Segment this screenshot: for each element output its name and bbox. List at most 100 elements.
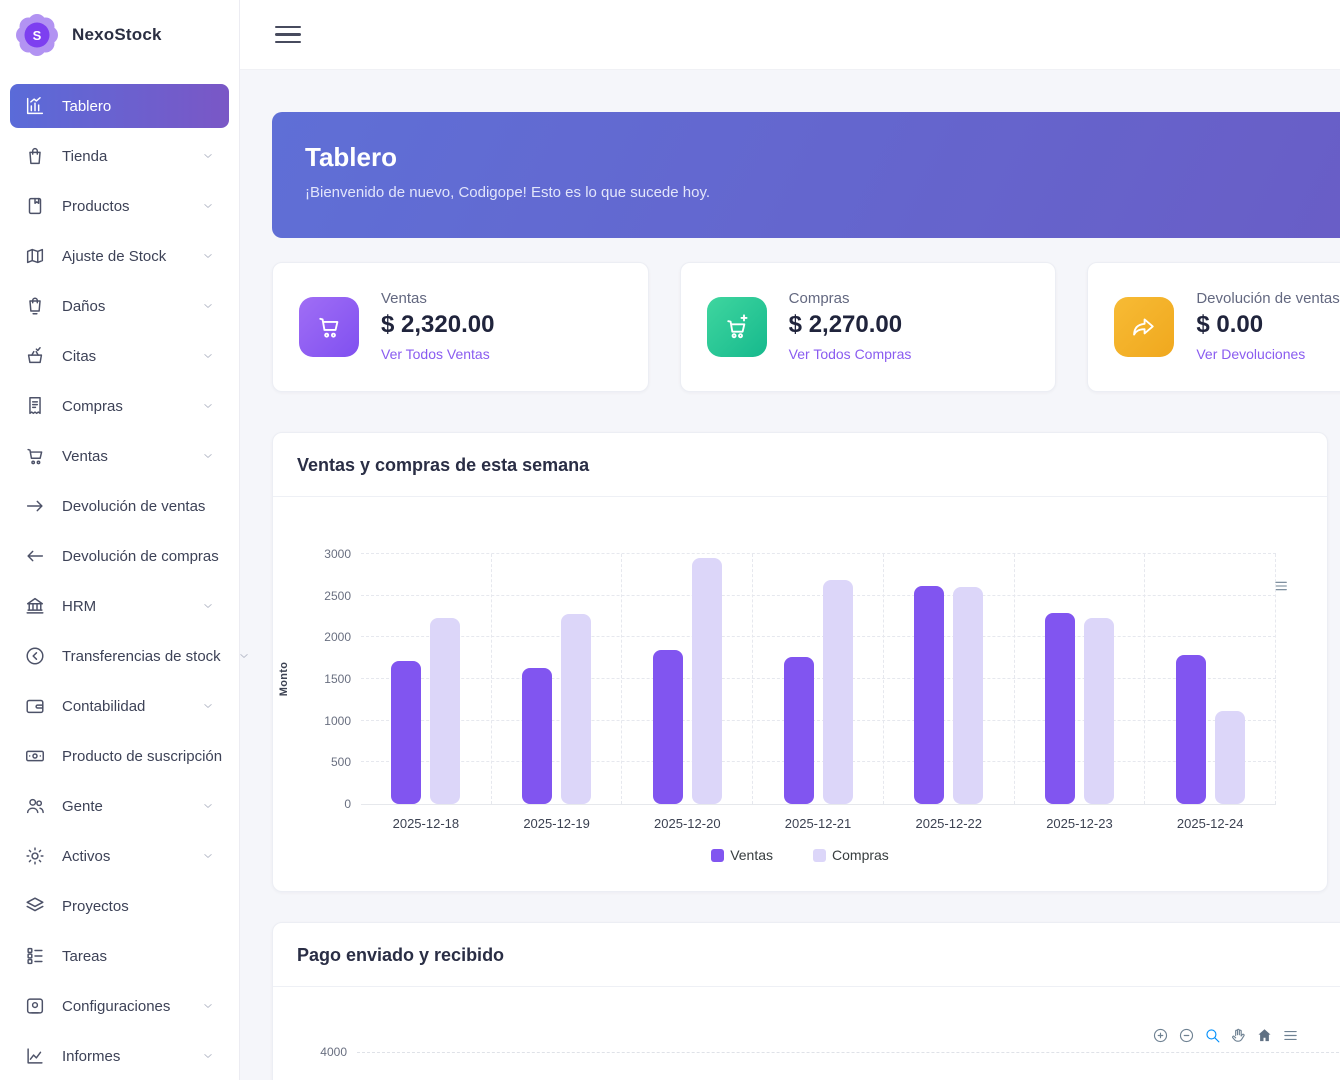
x-tick-label: 2025-12-19: [492, 816, 622, 831]
sidebar-item-contabilidad[interactable]: Contabilidad: [10, 684, 229, 728]
bar-group-2025-12-18: 2025-12-18: [361, 554, 492, 804]
money-bill-icon: [24, 745, 46, 767]
sidebar-item-danos[interactable]: Daños: [10, 284, 229, 328]
sidebar-item-proyectos[interactable]: Proyectos: [10, 884, 229, 928]
bar-group-2025-12-19: 2025-12-19: [492, 554, 623, 804]
pan-icon[interactable]: [1230, 1027, 1247, 1044]
chart-column-icon: [24, 95, 46, 117]
layers-icon: [24, 895, 46, 917]
legend-marker: [711, 849, 724, 862]
sidebar-item-configuraciones[interactable]: Configuraciones: [10, 984, 229, 1028]
y-tick-label: 0: [267, 797, 351, 811]
cart-icon: [315, 313, 343, 341]
y-tick-label: 2500: [267, 589, 351, 603]
bar-ventas: [522, 668, 552, 804]
payments-chart-card: Pago enviado y recibido 4000: [272, 922, 1340, 1080]
bar-compras: [692, 558, 722, 804]
legend-item-ventas[interactable]: Ventas: [711, 847, 773, 863]
sidebar-item-label: Transferencias de stock: [62, 648, 221, 665]
sidebar-item-label: Ajuste de Stock: [62, 248, 166, 265]
weekly-chart: Monto 0500100015002000250030002025-12-18…: [273, 554, 1327, 891]
pan-icon: [1230, 1027, 1247, 1044]
bar-ventas: [391, 661, 421, 804]
receipt-icon: [24, 395, 46, 417]
chevron-down-icon: [201, 249, 215, 263]
menu-icon[interactable]: [1282, 1027, 1299, 1044]
home-icon[interactable]: [1256, 1027, 1273, 1044]
bar-compras: [430, 618, 460, 804]
sidebar-item-label: Proyectos: [62, 898, 129, 915]
sidebar-item-activos[interactable]: Activos: [10, 834, 229, 878]
sidebar-item-productos[interactable]: Productos: [10, 184, 229, 228]
logo-letter: S: [33, 28, 42, 43]
chevron-down-icon: [201, 1049, 215, 1063]
chevron-down-icon: [201, 149, 215, 163]
sidebar-item-ajuste-de-stock[interactable]: Ajuste de Stock: [10, 234, 229, 278]
sidebar-item-ventas[interactable]: Ventas: [10, 434, 229, 478]
sidebar-item-tablero[interactable]: Tablero: [10, 84, 229, 128]
stat-card-ventas: Ventas $ 2,320.00 Ver Todos Ventas: [272, 262, 649, 392]
legend-item-compras[interactable]: Compras: [813, 847, 889, 863]
stat-label: Ventas: [381, 290, 494, 307]
share-arrow-icon: [1130, 313, 1158, 341]
bar-group-2025-12-22: 2025-12-22: [884, 554, 1015, 804]
bar-compras: [1215, 711, 1245, 804]
sidebar-item-producto-de-suscripcion[interactable]: Producto de suscripción: [10, 734, 229, 778]
y-tick-label: 3000: [267, 547, 351, 561]
legend-label: Ventas: [730, 847, 773, 863]
sidebar-item-label: Tareas: [62, 948, 107, 965]
stat-value: $ 0.00: [1196, 311, 1339, 339]
sidebar-item-informes[interactable]: Informes: [10, 1034, 229, 1078]
zoom-out-icon[interactable]: [1178, 1027, 1195, 1044]
chevron-down-icon: [201, 849, 215, 863]
brand: S NexoStock: [0, 0, 239, 70]
payments-chart: 4000: [273, 987, 1340, 1080]
chevron-down-icon: [201, 199, 215, 213]
stat-value: $ 2,320.00: [381, 311, 494, 339]
chevron-down-icon: [201, 599, 215, 613]
chart-line-icon: [24, 1045, 46, 1067]
bar-compras: [561, 614, 591, 804]
sidebar-item-devolucion-de-ventas[interactable]: Devolución de ventas: [10, 484, 229, 528]
menu-icon: [1282, 1027, 1299, 1044]
sidebar-item-label: Citas: [62, 348, 96, 365]
sidebar-item-hrm[interactable]: HRM: [10, 584, 229, 628]
sidebar-item-transferencias-de-stock[interactable]: Transferencias de stock: [10, 634, 229, 678]
sidebar-item-label: Gente: [62, 798, 103, 815]
chevron-down-icon: [201, 349, 215, 363]
selection-zoom-icon[interactable]: [1204, 1027, 1221, 1044]
page-title: Tablero: [305, 142, 1340, 173]
bar-chart-plot: Monto 0500100015002000250030002025-12-18…: [361, 554, 1276, 805]
sidebar-item-devolucion-de-compras[interactable]: Devolución de compras: [10, 534, 229, 578]
arrow-left-icon: [24, 545, 46, 567]
bar-groups: 2025-12-182025-12-192025-12-202025-12-21…: [361, 554, 1276, 804]
y-tick-label: 500: [267, 755, 351, 769]
sidebar-item-citas[interactable]: Citas: [10, 334, 229, 378]
sidebar-item-gente[interactable]: Gente: [10, 784, 229, 828]
cart-icon: [24, 445, 46, 467]
main-area: Tablero ¡Bienvenido de nuevo, Codigope! …: [240, 0, 1340, 1080]
stat-link[interactable]: Ver Todos Ventas: [381, 346, 490, 362]
stat-link[interactable]: Ver Todos Compras: [789, 346, 912, 362]
chart-toolbar: [1152, 1027, 1299, 1044]
hamburger-icon[interactable]: [275, 21, 301, 49]
sidebar-item-compras[interactable]: Compras: [10, 384, 229, 428]
wallet-icon: [24, 695, 46, 717]
stat-link[interactable]: Ver Devoluciones: [1196, 346, 1305, 362]
sidebar-item-label: Tienda: [62, 148, 107, 165]
sidebar-item-tareas[interactable]: Tareas: [10, 934, 229, 978]
sidebar-item-label: Devolución de ventas: [62, 498, 205, 515]
legend-label: Compras: [832, 847, 889, 863]
stat-card-compras: Compras$ 2,270.00Ver Todos Compras: [680, 262, 1057, 392]
zoom-in-icon[interactable]: [1152, 1027, 1169, 1044]
stat-card-devolucion-de-ventas: Devolución de ventas $ 0.00 Ver Devolucion…: [1087, 262, 1340, 392]
chevron-down-icon: [201, 449, 215, 463]
task-list-icon: [24, 945, 46, 967]
bag-dash-icon: [24, 295, 46, 317]
bar-ventas: [1176, 655, 1206, 804]
stat-label: Devolución de ventas: [1196, 290, 1339, 307]
content: Tablero ¡Bienvenido de nuevo, Codigope! …: [240, 70, 1340, 1080]
sidebar-item-tienda[interactable]: Tienda: [10, 134, 229, 178]
arrow-circle-icon: [24, 645, 46, 667]
chevron-down-icon: [201, 699, 215, 713]
